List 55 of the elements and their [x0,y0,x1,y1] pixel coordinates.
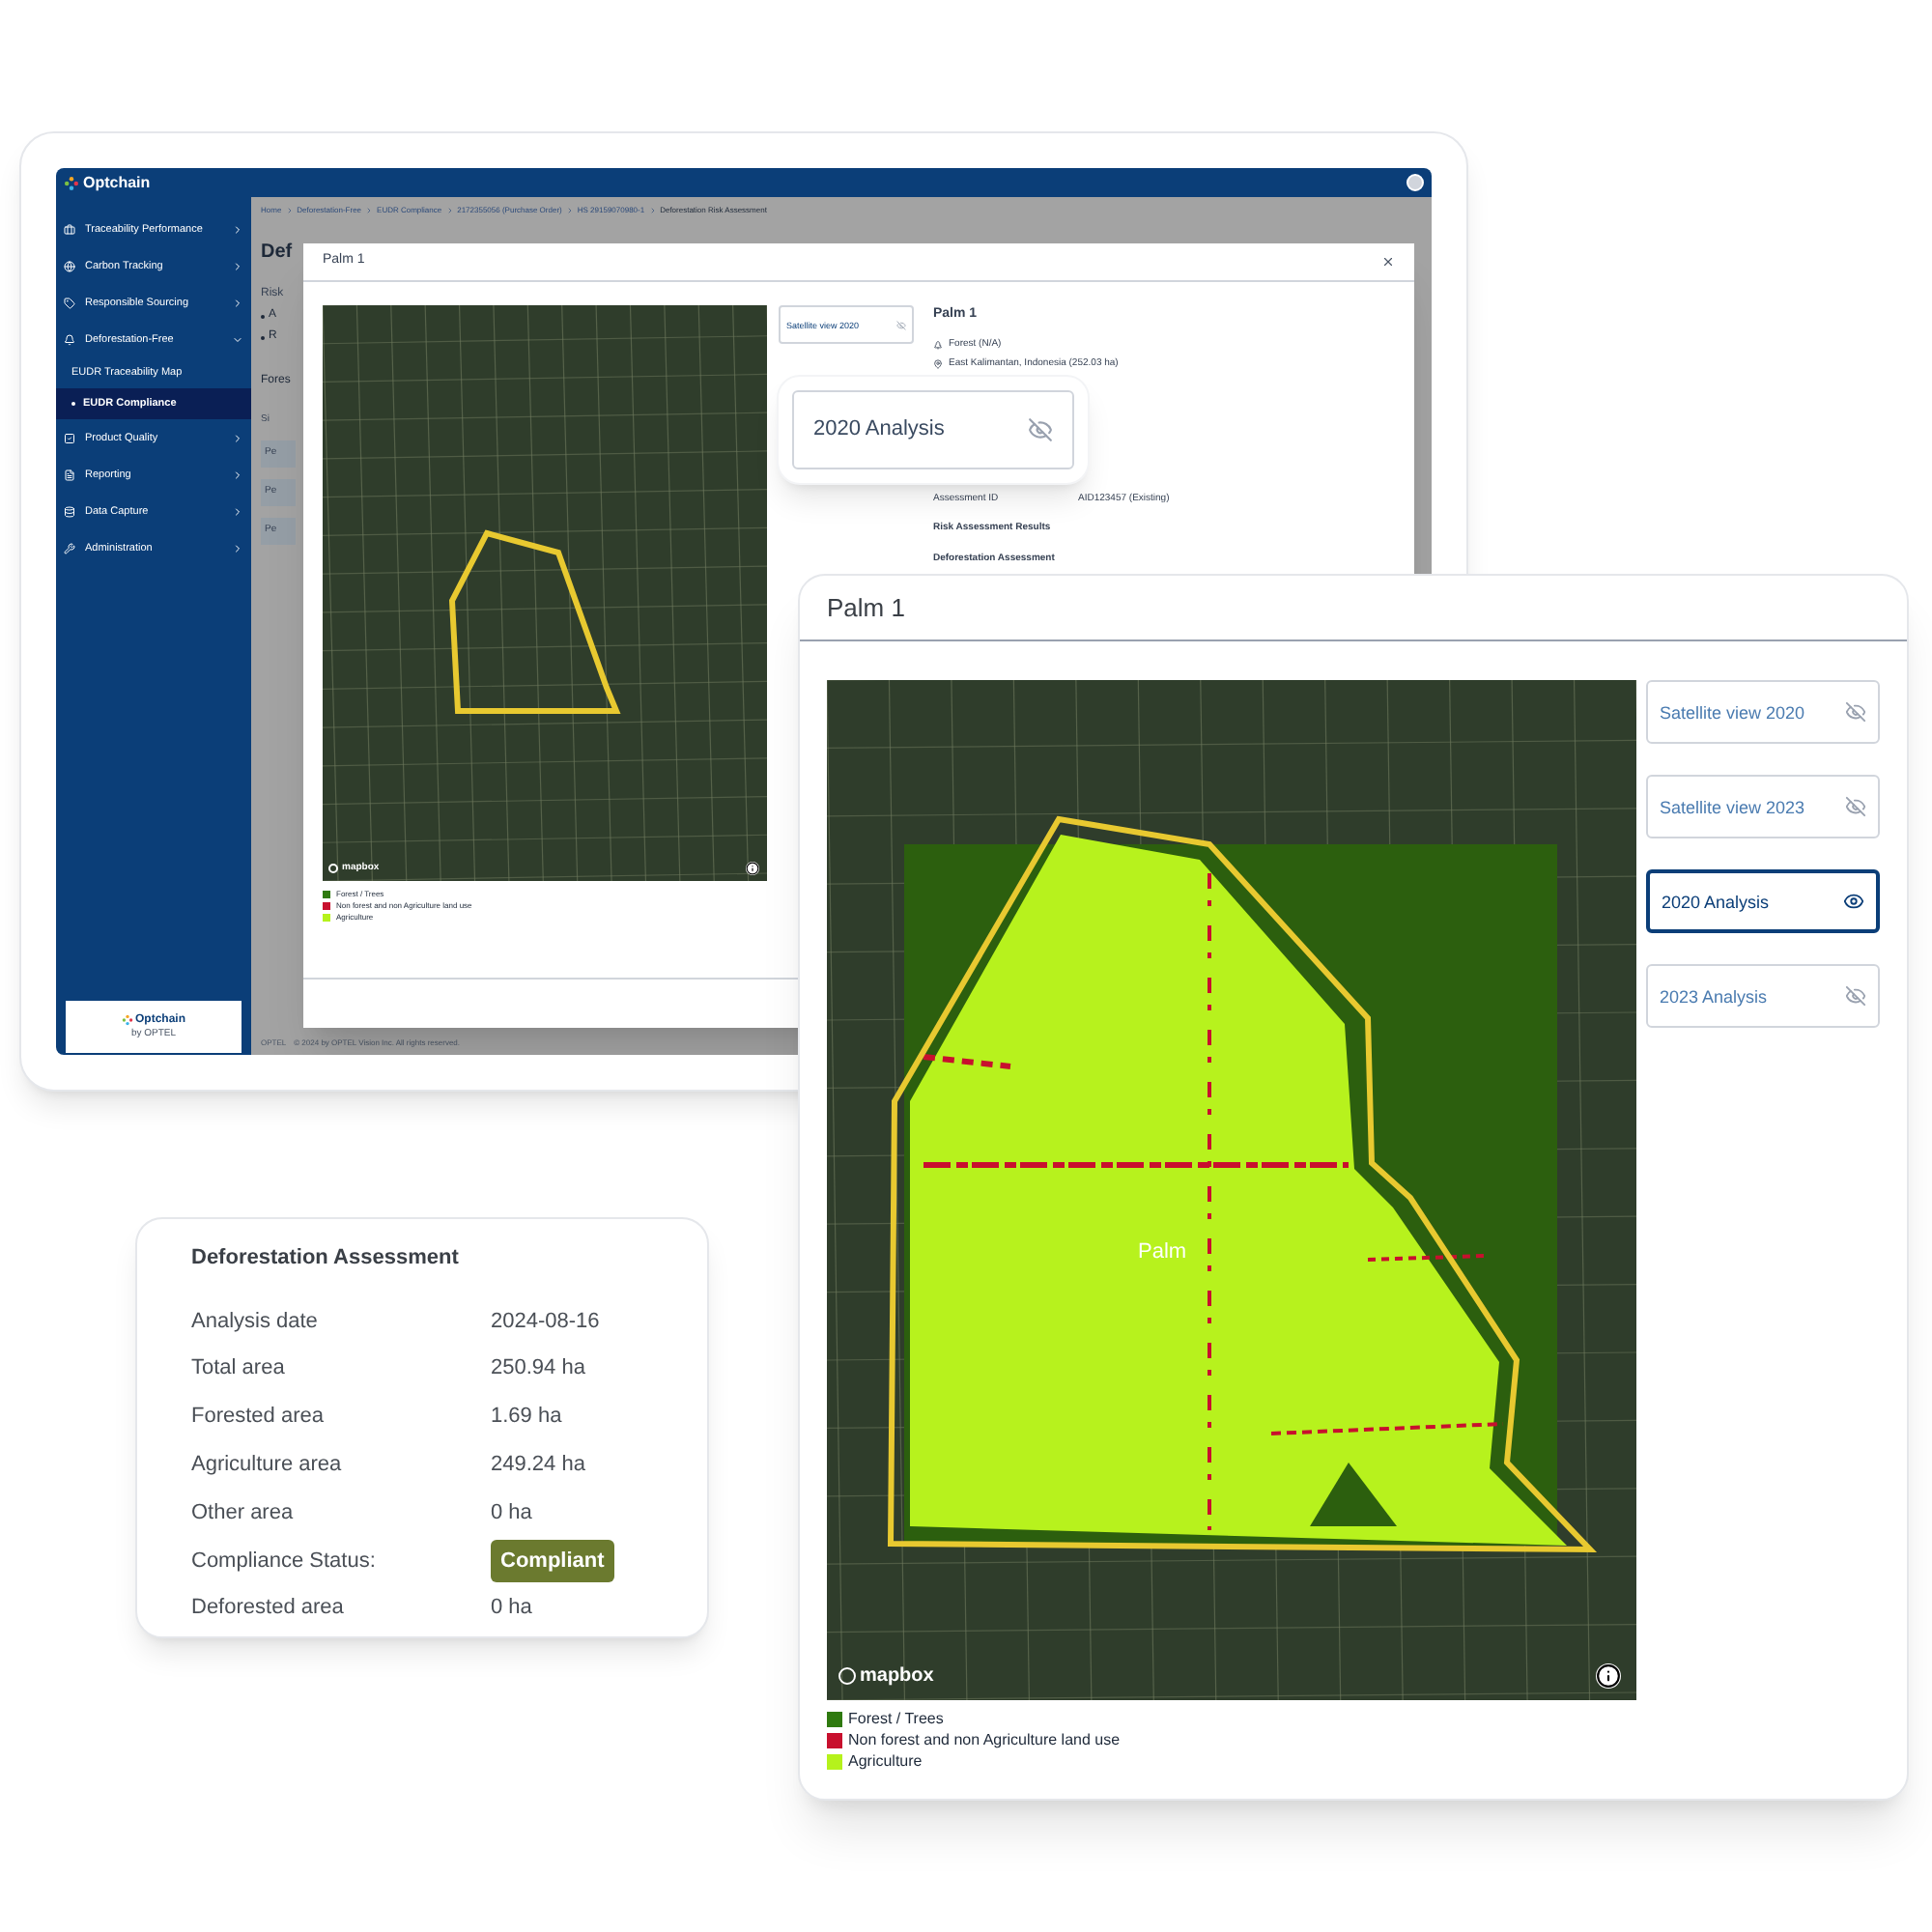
chevron-right-icon [232,469,243,480]
wrench-icon [64,542,75,554]
close-icon[interactable] [1381,255,1395,269]
chevron-right-icon [232,223,243,235]
eye-off-icon [1845,701,1866,723]
chevron-right-icon [232,260,243,271]
database-icon [64,505,75,517]
row-label: Forested area [191,1403,326,1433]
map-layer-toggle[interactable]: Satellite view 2023 [1646,775,1880,838]
row-label: Analysis date [191,1307,320,1337]
row-label: Compliance Status: [191,1547,378,1577]
chevron-right-icon [232,505,243,517]
logo-icon [121,1014,133,1026]
row-value: 0 ha [491,1498,532,1528]
eye-off-icon [1845,796,1866,817]
row-value: 0 ha [491,1594,532,1624]
legend-label: Forest / Trees [848,1710,944,1729]
app-logo: Optchain [83,171,151,194]
chevron-right-icon [232,432,243,443]
briefcase-icon [64,223,75,235]
card-title: Deforestation Assessment [191,1244,459,1273]
chevron-right-icon [232,542,243,554]
legend-label: Agriculture [848,1752,923,1772]
bell-icon [64,333,75,345]
eye-icon [1843,891,1864,912]
legend-label: Non forest and non Agriculture land use [848,1731,1121,1750]
eye-off-icon [896,320,906,329]
row-value: 249.24 ha [491,1451,585,1481]
chevron-down-icon [232,333,243,345]
row-value: 250.94 ha [491,1354,585,1384]
logo-icon [64,175,79,190]
avatar-icon[interactable] [1406,174,1424,191]
row-label: Other area [191,1498,296,1528]
chevron-right-icon [232,297,243,308]
checkbox-icon [64,432,75,443]
eye-off-icon [1845,985,1866,1007]
panel-title: Palm 1 [827,590,905,626]
row-value: 1.69 ha [491,1403,562,1433]
tag-icon [64,297,75,308]
map-pin-icon [933,359,943,370]
eye-off-icon [1028,417,1053,442]
status-badge: Compliant [491,1539,614,1583]
row-label: Total area [191,1354,287,1384]
globe-icon [64,260,75,271]
map-layer-toggle[interactable]: 2020 Analysis [792,390,1074,469]
page-heading: Def [261,240,293,267]
map-label: Palm [1138,1238,1187,1267]
map-layer-toggle[interactable]: 2020 Analysis [1646,869,1880,933]
document-icon [64,469,75,480]
row-label: Deforested area [191,1594,346,1624]
map-layer-toggle[interactable]: Satellite view 2020 [1646,680,1880,744]
mapbox-logo: mapbox [838,1662,934,1690]
row-value: 2024-08-16 [491,1307,600,1337]
row-label: Agriculture area [191,1451,344,1481]
map-layer-toggle[interactable]: 2023 Analysis [1646,964,1880,1028]
